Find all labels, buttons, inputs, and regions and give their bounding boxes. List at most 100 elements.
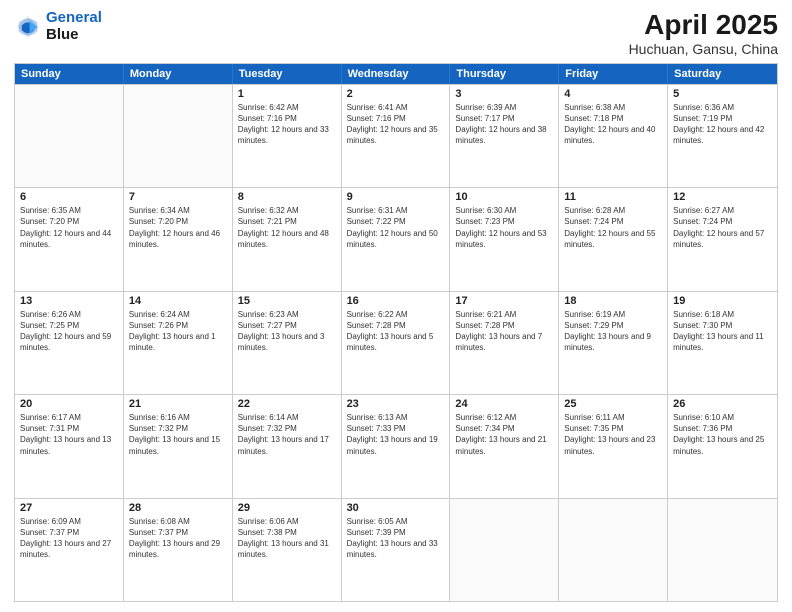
day-number-21: 21 [129, 398, 227, 410]
day-number-16: 16 [347, 295, 445, 307]
day-number-6: 6 [20, 191, 118, 203]
day-info-23: Sunrise: 6:13 AM Sunset: 7:33 PM Dayligh… [347, 412, 445, 457]
day-8: 8 Sunrise: 6:32 AM Sunset: 7:21 PM Daylig… [233, 188, 342, 290]
day-info-2: Sunrise: 6:41 AM Sunset: 7:16 PM Dayligh… [347, 102, 445, 147]
day-info-4: Sunrise: 6:38 AM Sunset: 7:18 PM Dayligh… [564, 102, 662, 147]
day-info-17: Sunrise: 6:21 AM Sunset: 7:28 PM Dayligh… [455, 309, 553, 354]
cal-row-3: 13 Sunrise: 6:26 AM Sunset: 7:25 PM Dayli… [15, 291, 777, 394]
day-info-15: Sunrise: 6:23 AM Sunset: 7:27 PM Dayligh… [238, 309, 336, 354]
day-number-27: 27 [20, 502, 118, 514]
empty-cell-4-6 [668, 499, 777, 601]
day-number-2: 2 [347, 88, 445, 100]
logo-icon [14, 13, 42, 41]
empty-cell-0-1 [124, 85, 233, 187]
day-info-3: Sunrise: 6:39 AM Sunset: 7:17 PM Dayligh… [455, 102, 553, 147]
day-22: 22Sunrise: 6:14 AM Sunset: 7:32 PM Dayli… [233, 395, 342, 497]
day-number-18: 18 [564, 295, 662, 307]
day-number-3: 3 [455, 88, 553, 100]
day-3: 3 Sunrise: 6:39 AM Sunset: 7:17 PM Daylig… [450, 85, 559, 187]
day-number-19: 19 [673, 295, 772, 307]
day-number-28: 28 [129, 502, 227, 514]
day-15: 15 Sunrise: 6:23 AM Sunset: 7:27 PM Dayli… [233, 292, 342, 394]
cal-row-5: 27 Sunrise: 6:09 AM Sunset: 7:37 PM Dayli… [15, 498, 777, 601]
calendar-body: 1 Sunrise: 6:42 AM Sunset: 7:16 PM Daylig… [15, 84, 777, 601]
day-number-9: 9 [347, 191, 445, 203]
header-saturday: Saturday [668, 64, 777, 84]
header-wednesday: Wednesday [342, 64, 451, 84]
empty-cell-4-5 [559, 499, 668, 601]
page-subtitle: Huchuan, Gansu, China [629, 41, 778, 57]
day-9: 9 Sunrise: 6:31 AM Sunset: 7:22 PM Daylig… [342, 188, 451, 290]
day-info-20: Sunrise: 6:17 AM Sunset: 7:31 PM Dayligh… [20, 412, 118, 457]
day-info-9: Sunrise: 6:31 AM Sunset: 7:22 PM Dayligh… [347, 205, 445, 250]
day-info-8: Sunrise: 6:32 AM Sunset: 7:21 PM Dayligh… [238, 205, 336, 250]
day-info-26: Sunrise: 6:10 AM Sunset: 7:36 PM Dayligh… [673, 412, 772, 457]
day-28: 28Sunrise: 6:08 AM Sunset: 7:37 PM Dayli… [124, 499, 233, 601]
day-18: 18 Sunrise: 6:19 AM Sunset: 7:29 PM Dayli… [559, 292, 668, 394]
day-11: 11Sunrise: 6:28 AM Sunset: 7:24 PM Dayli… [559, 188, 668, 290]
day-number-23: 23 [347, 398, 445, 410]
day-number-13: 13 [20, 295, 118, 307]
header-thursday: Thursday [450, 64, 559, 84]
cal-row-1: 1 Sunrise: 6:42 AM Sunset: 7:16 PM Daylig… [15, 84, 777, 187]
day-info-29: Sunrise: 6:06 AM Sunset: 7:38 PM Dayligh… [238, 516, 336, 561]
day-number-11: 11 [564, 191, 662, 203]
day-19: 19 Sunrise: 6:18 AM Sunset: 7:30 PM Dayli… [668, 292, 777, 394]
day-number-25: 25 [564, 398, 662, 410]
day-info-24: Sunrise: 6:12 AM Sunset: 7:34 PM Dayligh… [455, 412, 553, 457]
day-info-7: Sunrise: 6:34 AM Sunset: 7:20 PM Dayligh… [129, 205, 227, 250]
day-number-20: 20 [20, 398, 118, 410]
day-number-8: 8 [238, 191, 336, 203]
logo-text: General Blue [46, 10, 102, 43]
day-info-13: Sunrise: 6:26 AM Sunset: 7:25 PM Dayligh… [20, 309, 118, 354]
day-2: 2 Sunrise: 6:41 AM Sunset: 7:16 PM Daylig… [342, 85, 451, 187]
day-number-7: 7 [129, 191, 227, 203]
day-info-16: Sunrise: 6:22 AM Sunset: 7:28 PM Dayligh… [347, 309, 445, 354]
day-number-5: 5 [673, 88, 772, 100]
day-16: 16 Sunrise: 6:22 AM Sunset: 7:28 PM Dayli… [342, 292, 451, 394]
day-info-5: Sunrise: 6:36 AM Sunset: 7:19 PM Dayligh… [673, 102, 772, 147]
day-info-27: Sunrise: 6:09 AM Sunset: 7:37 PM Dayligh… [20, 516, 118, 561]
header: General Blue April 2025 Huchuan, Gansu, … [14, 10, 778, 57]
day-26: 26Sunrise: 6:10 AM Sunset: 7:36 PM Dayli… [668, 395, 777, 497]
day-24: 24 Sunrise: 6:12 AM Sunset: 7:34 PM Dayli… [450, 395, 559, 497]
header-monday: Monday [124, 64, 233, 84]
day-number-15: 15 [238, 295, 336, 307]
day-5: 5 Sunrise: 6:36 AM Sunset: 7:19 PM Daylig… [668, 85, 777, 187]
title-block: April 2025 Huchuan, Gansu, China [629, 10, 778, 57]
day-21: 21Sunrise: 6:16 AM Sunset: 7:32 PM Dayli… [124, 395, 233, 497]
day-info-14: Sunrise: 6:24 AM Sunset: 7:26 PM Dayligh… [129, 309, 227, 354]
day-1: 1 Sunrise: 6:42 AM Sunset: 7:16 PM Daylig… [233, 85, 342, 187]
day-number-14: 14 [129, 295, 227, 307]
day-12: 12Sunrise: 6:27 AM Sunset: 7:24 PM Dayli… [668, 188, 777, 290]
day-23: 23 Sunrise: 6:13 AM Sunset: 7:33 PM Dayli… [342, 395, 451, 497]
day-number-10: 10 [455, 191, 553, 203]
day-number-30: 30 [347, 502, 445, 514]
day-number-1: 1 [238, 88, 336, 100]
day-27: 27 Sunrise: 6:09 AM Sunset: 7:37 PM Dayli… [15, 499, 124, 601]
calendar: SundayMondayTuesdayWednesdayThursdayFrid… [14, 63, 778, 602]
cal-row-4: 20 Sunrise: 6:17 AM Sunset: 7:31 PM Dayli… [15, 394, 777, 497]
logo: General Blue [14, 10, 102, 43]
day-number-24: 24 [455, 398, 553, 410]
header-friday: Friday [559, 64, 668, 84]
day-13: 13 Sunrise: 6:26 AM Sunset: 7:25 PM Dayli… [15, 292, 124, 394]
day-info-19: Sunrise: 6:18 AM Sunset: 7:30 PM Dayligh… [673, 309, 772, 354]
day-info-18: Sunrise: 6:19 AM Sunset: 7:29 PM Dayligh… [564, 309, 662, 354]
day-info-1: Sunrise: 6:42 AM Sunset: 7:16 PM Dayligh… [238, 102, 336, 147]
header-sunday: Sunday [15, 64, 124, 84]
day-4: 4Sunrise: 6:38 AM Sunset: 7:18 PM Daylig… [559, 85, 668, 187]
day-info-22: Sunrise: 6:14 AM Sunset: 7:32 PM Dayligh… [238, 412, 336, 457]
day-29: 29Sunrise: 6:06 AM Sunset: 7:38 PM Dayli… [233, 499, 342, 601]
cal-row-2: 6 Sunrise: 6:35 AM Sunset: 7:20 PM Daylig… [15, 187, 777, 290]
empty-cell-4-4 [450, 499, 559, 601]
day-number-17: 17 [455, 295, 553, 307]
day-7: 7 Sunrise: 6:34 AM Sunset: 7:20 PM Daylig… [124, 188, 233, 290]
day-info-12: Sunrise: 6:27 AM Sunset: 7:24 PM Dayligh… [673, 205, 772, 250]
day-30: 30 Sunrise: 6:05 AM Sunset: 7:39 PM Dayli… [342, 499, 451, 601]
day-info-6: Sunrise: 6:35 AM Sunset: 7:20 PM Dayligh… [20, 205, 118, 250]
day-25: 25Sunrise: 6:11 AM Sunset: 7:35 PM Dayli… [559, 395, 668, 497]
calendar-header-row: SundayMondayTuesdayWednesdayThursdayFrid… [15, 64, 777, 84]
day-info-30: Sunrise: 6:05 AM Sunset: 7:39 PM Dayligh… [347, 516, 445, 561]
day-20: 20 Sunrise: 6:17 AM Sunset: 7:31 PM Dayli… [15, 395, 124, 497]
